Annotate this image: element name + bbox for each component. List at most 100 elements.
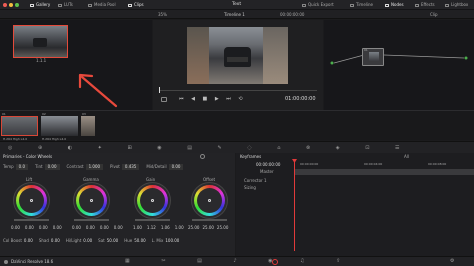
transport-controls[interactable]: ⏮ ◀ ■ ▶ ⏭ ⟲ bbox=[179, 97, 246, 102]
clips-icon bbox=[128, 3, 132, 7]
offset-wheel[interactable] bbox=[194, 185, 225, 216]
lightbox-icon bbox=[445, 3, 449, 7]
gain-values[interactable]: 1.00 1.12 1.06 1.00 bbox=[133, 225, 184, 230]
keyframes-timecode: 00:00:00:00 bbox=[256, 162, 281, 167]
reset-icon[interactable] bbox=[200, 154, 205, 159]
palette-toolbar: ◎ ⊕ ◐ ✦ ⊞ ◉ ▤ ✎ ◌ ⌂ ⊗ ◈ ⊡ ☰ bbox=[0, 141, 474, 153]
keyframes-filter[interactable]: All bbox=[404, 155, 409, 159]
track-master: Master bbox=[260, 169, 274, 174]
color-page-icon[interactable] bbox=[272, 259, 278, 265]
viewer-timecode: 01:00:00:00 bbox=[285, 96, 316, 102]
offset-master-slider[interactable] bbox=[192, 219, 227, 221]
close-window-icon[interactable] bbox=[3, 3, 7, 7]
zoom-window-icon[interactable] bbox=[15, 3, 19, 7]
header-timecode: 00:00:00:00 bbox=[280, 12, 305, 17]
param-hue[interactable]: Hue 50.00 bbox=[124, 239, 145, 243]
tab-lightbox[interactable]: Lightbox bbox=[445, 3, 468, 7]
scrubber-handle[interactable] bbox=[159, 87, 160, 93]
clip-thumbnail-3[interactable] bbox=[81, 116, 95, 136]
still-label: 1.1.1 bbox=[36, 58, 47, 63]
bottom-params: Col Boost 0.00 Shad 0.00 Hi/Light 0.00 Sat 5… bbox=[3, 239, 233, 243]
window-title: Text bbox=[232, 2, 242, 7]
primaries-panel: Primaries - Color Wheels Temp 0.0 Tint 0.0… bbox=[0, 153, 235, 256]
wheel-label-lift: Lift bbox=[26, 177, 33, 182]
master-track-bar[interactable] bbox=[294, 169, 474, 175]
clip-thumbnail-1[interactable] bbox=[1, 116, 38, 136]
lift-values[interactable]: 0.00 0.00 0.00 0.00 bbox=[11, 225, 62, 230]
gamma-wheel[interactable] bbox=[76, 185, 107, 216]
param-middetail[interactable]: Mid/Detail 0.00 bbox=[146, 162, 184, 171]
gamma-master-slider[interactable] bbox=[74, 219, 109, 221]
tab-quick-export[interactable]: Quick Export bbox=[302, 3, 334, 7]
tab-effects[interactable]: Effects bbox=[415, 3, 435, 7]
tab-nodes[interactable]: Nodes bbox=[385, 3, 404, 7]
params-row: Temp 0.0 Tint 0.00 Contrast 1.000 Pivot 0.43… bbox=[3, 162, 233, 171]
settings-icon[interactable]: ⚙ bbox=[450, 259, 454, 264]
node-mode[interactable]: Clip bbox=[430, 13, 438, 17]
param-col-boost[interactable]: Col Boost 0.00 bbox=[3, 239, 33, 243]
node-thumbnail bbox=[369, 52, 379, 61]
param-contrast[interactable]: Contrast 1.000 bbox=[67, 162, 104, 171]
zoom-level[interactable]: 35% bbox=[158, 13, 167, 17]
top-bar: Gallery LUTs Media Pool Clips Text Quick… bbox=[0, 0, 474, 10]
keyframe-playhead[interactable] bbox=[294, 161, 295, 251]
viewer-tools-icon[interactable] bbox=[161, 97, 167, 102]
effects-icon bbox=[415, 3, 419, 7]
param-pivot[interactable]: Pivot 0.435 bbox=[110, 162, 140, 171]
lift-wheel[interactable] bbox=[16, 185, 47, 216]
ruler-2: 00:00:08:00 bbox=[428, 162, 447, 166]
status-bar: DaVinci Resolve 18.6 ▦ ✂ ▤ ♪ ◉ ♫ ⇪ ⚙ bbox=[0, 256, 474, 266]
ruler-0: 00:00:00:00 bbox=[300, 162, 319, 166]
track-sizing[interactable]: Sizing bbox=[244, 186, 256, 190]
still-thumbnail bbox=[14, 26, 67, 57]
minimize-window-icon[interactable] bbox=[9, 3, 13, 7]
tab-timeline[interactable]: Timeline bbox=[350, 3, 373, 7]
param-sat[interactable]: Sat 50.00 bbox=[98, 239, 118, 243]
input-node-icon[interactable] bbox=[330, 61, 334, 65]
gallery-panel: 1.1.1 bbox=[0, 20, 152, 110]
timeline-name[interactable]: Timeline 1 bbox=[224, 13, 245, 17]
param-hilight[interactable]: Hi/Light 0.00 bbox=[66, 239, 92, 243]
param-temp[interactable]: Temp 0.0 bbox=[3, 162, 29, 171]
tab-media-pool[interactable]: Media Pool bbox=[88, 3, 116, 7]
clips-strip: 01 H.264 High L4.0 02 H.264 High L4.0 03 bbox=[0, 110, 474, 141]
luts-icon bbox=[58, 3, 62, 7]
viewer-panel: ⏮ ◀ ■ ▶ ⏭ ⟲ 01:00:00:00 bbox=[153, 20, 323, 110]
wheel-label-gamma: Gamma bbox=[83, 177, 99, 182]
viewer-header: 35% Timeline 1 00:00:00:00 Clip bbox=[0, 10, 474, 19]
keyframes-panel: Keyframes All 00:00:00:00 00:00:00:00 00… bbox=[236, 153, 474, 256]
offset-values[interactable]: 25.00 25.00 25.00 bbox=[188, 225, 228, 230]
param-lmix[interactable]: L. Mix 100.00 bbox=[152, 239, 180, 243]
playhead-handle-icon[interactable] bbox=[292, 159, 297, 163]
tab-gallery[interactable]: Gallery bbox=[30, 3, 50, 7]
viewer-frame[interactable] bbox=[187, 27, 288, 84]
timeline-icon bbox=[350, 3, 354, 7]
resolve-logo-icon bbox=[4, 260, 8, 264]
scrubber-bar[interactable] bbox=[159, 90, 317, 91]
tab-clips[interactable]: Clips bbox=[128, 3, 144, 7]
annotation-arrow-icon bbox=[78, 73, 118, 108]
wheel-label-gain: Gain bbox=[146, 177, 156, 182]
primaries-title: Primaries - Color Wheels bbox=[3, 154, 53, 159]
tab-luts[interactable]: LUTs bbox=[58, 3, 73, 7]
export-icon bbox=[302, 3, 306, 7]
keyframes-title: Keyframes bbox=[240, 154, 262, 159]
page-nav-icons-right[interactable]: ♫ ⇪ bbox=[300, 259, 355, 264]
param-shad[interactable]: Shad 0.00 bbox=[39, 239, 60, 243]
color-node[interactable]: 01 bbox=[362, 48, 384, 66]
output-node-icon[interactable] bbox=[464, 56, 468, 60]
wheel-label-offset: Offset bbox=[203, 177, 216, 182]
gamma-values[interactable]: 0.00 0.00 0.00 0.00 bbox=[72, 225, 123, 230]
param-tint[interactable]: Tint 0.00 bbox=[35, 162, 60, 171]
page-nav-icons[interactable]: ▦ ✂ ▤ ♪ ◉ bbox=[125, 259, 288, 264]
gain-wheel[interactable] bbox=[137, 185, 168, 216]
color-tools-icons[interactable]: ◎ ⊕ ◐ ✦ ⊞ ◉ ▤ ✎ ◌ ⌂ ⊗ ◈ ⊡ ☰ bbox=[8, 146, 411, 151]
app-name: DaVinci Resolve 18.6 bbox=[11, 259, 54, 264]
gallery-still[interactable] bbox=[13, 25, 68, 58]
gain-master-slider[interactable] bbox=[135, 219, 170, 221]
lift-master-slider[interactable] bbox=[14, 219, 49, 221]
node-editor: 01 bbox=[324, 20, 474, 110]
nodes-icon bbox=[385, 3, 389, 7]
track-corrector[interactable]: Corrector 1 bbox=[244, 179, 267, 183]
clip-thumbnail-2[interactable] bbox=[41, 116, 78, 136]
